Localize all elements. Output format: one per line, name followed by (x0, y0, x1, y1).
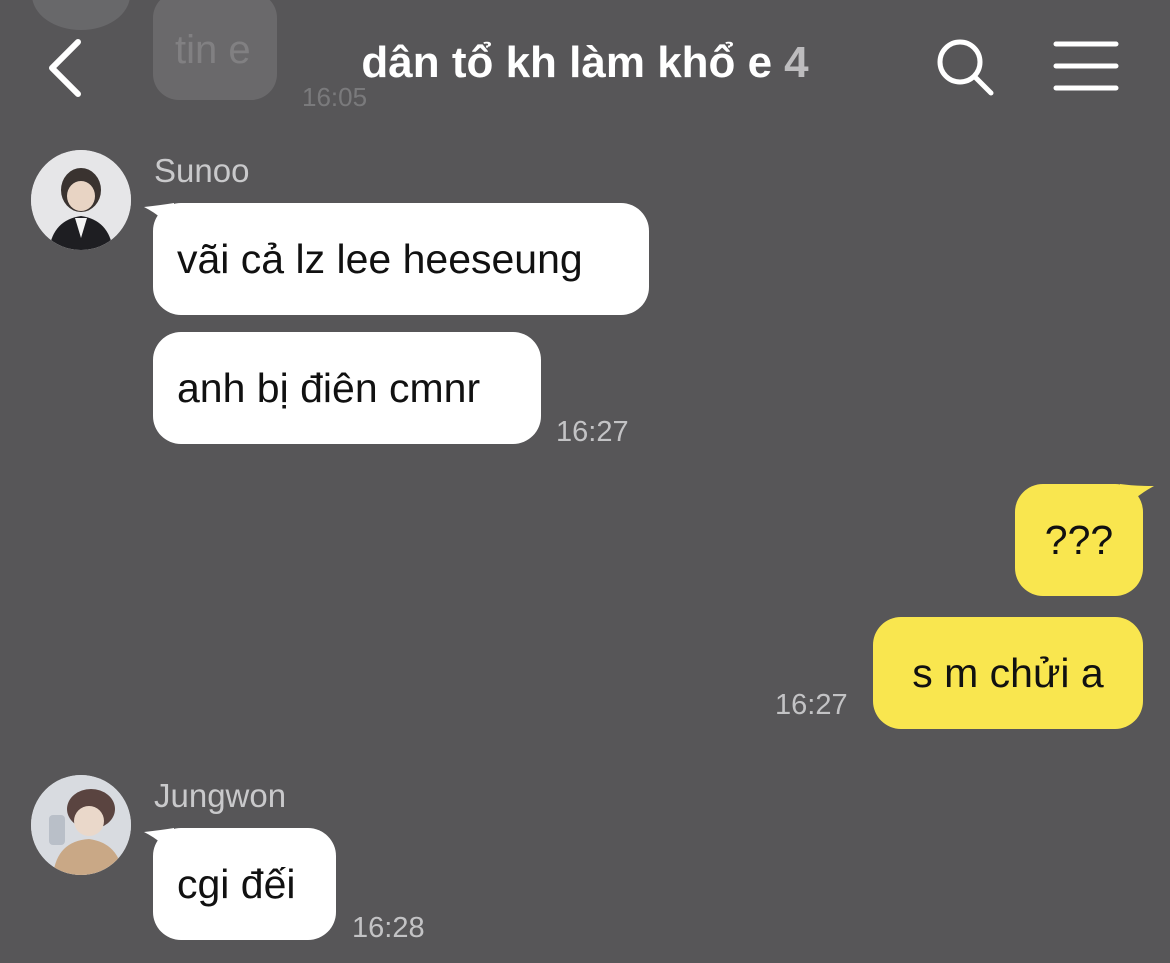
member-count: 4 (784, 38, 809, 87)
message-bubble[interactable]: anh bị điên cmnr (153, 332, 541, 444)
profile-photo-icon (31, 150, 131, 250)
chat-header: dân tổ kh làm khổ e4 (0, 0, 1170, 130)
message-time: 16:27 (556, 416, 629, 448)
menu-button[interactable] (1052, 38, 1120, 94)
hamburger-menu-icon (1053, 41, 1119, 91)
search-button[interactable] (934, 36, 996, 98)
chat-title-text: dân tổ kh làm khổ e (361, 38, 773, 87)
search-icon (937, 39, 994, 96)
message-bubble[interactable]: vãi cả lz lee heeseung (153, 203, 649, 315)
message-bubble[interactable]: s m chửi a (873, 617, 1143, 729)
profile-photo-icon (31, 775, 131, 875)
message-time: 16:28 (352, 912, 425, 944)
chat-screen: tin e 16:05 dân tổ kh làm khổ e4 Sunoo v… (0, 0, 1170, 963)
sender-name: Sunoo (154, 152, 250, 189)
message-bubble[interactable]: ??? (1015, 484, 1143, 596)
sender-name: Jungwon (154, 777, 287, 814)
message-bubble[interactable]: cgi đếi (153, 828, 336, 940)
message-time: 16:27 (775, 689, 848, 721)
avatar[interactable] (31, 775, 131, 875)
avatar[interactable] (31, 150, 131, 250)
